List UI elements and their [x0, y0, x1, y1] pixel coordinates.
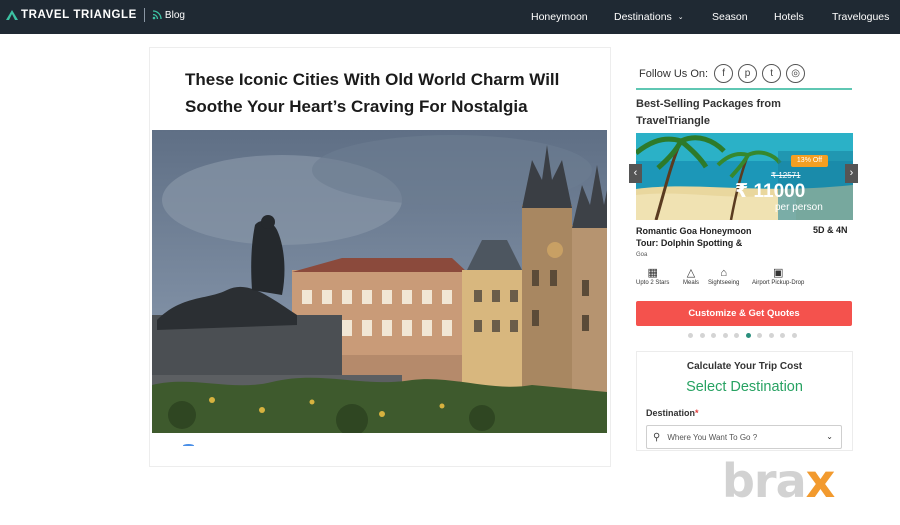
rss-icon [152, 10, 162, 20]
nav-destinations[interactable]: Destinations ⌄ [614, 0, 684, 34]
amenity-label: Meals [683, 280, 700, 286]
article-title: These Iconic Cities With Old World Charm… [185, 70, 560, 116]
price-unit: per person [775, 202, 823, 213]
carousel-dot[interactable] [711, 333, 716, 338]
building-icon: ▦ [647, 267, 658, 279]
logo-divider [143, 8, 145, 22]
package-duration: 5D & 4N [813, 225, 848, 235]
destination-label-text: Destination [646, 408, 696, 418]
logo[interactable]: TRAVEL TRIANGLE Blog [6, 8, 185, 22]
carousel-prev-icon[interactable]: ‹ [629, 164, 642, 183]
watermark-accent: x [805, 454, 836, 508]
chevron-down-icon: ⌄ [677, 14, 684, 21]
triangle-logo-icon [6, 10, 18, 20]
old-price: ₹ 12571 [771, 171, 801, 180]
chevron-down-icon: ⌄ [826, 432, 833, 441]
carousel-dot[interactable] [768, 333, 774, 338]
follow-us: Follow Us On: f p t ◎ [639, 64, 810, 83]
nav-hotels[interactable]: Hotels [774, 0, 804, 34]
carousel-dot[interactable] [791, 333, 797, 338]
follow-divider [636, 88, 852, 90]
binoculars-icon: ⌂ [720, 267, 727, 279]
instagram-icon[interactable]: ◎ [786, 64, 806, 83]
offer-badge: 13% Off [791, 155, 828, 167]
carousel-dot[interactable] [734, 333, 739, 338]
blog-label: Blog [164, 9, 185, 21]
amenity-sightseeing: ⌂ Sightseeing [708, 266, 739, 286]
bus-icon: ▣ [772, 267, 784, 279]
nav-season[interactable]: Season [712, 0, 748, 34]
carousel-dot[interactable] [780, 333, 785, 338]
amenity-meals: △ Meals [683, 266, 699, 286]
carousel-dot[interactable] [688, 333, 693, 338]
amenity-label: Sightseeing [708, 280, 740, 286]
carousel-dot-active[interactable] [745, 333, 751, 338]
carousel-dot[interactable] [722, 333, 728, 338]
nav-travelogues[interactable]: Travelogues [832, 0, 889, 34]
pinterest-icon[interactable]: p [738, 64, 758, 83]
brax-watermark-logo: brax [722, 458, 835, 504]
package-name[interactable]: Romantic Goa Honeymoon Tour: Dolphin Spo… [636, 225, 776, 249]
top-navbar: TRAVEL TRIANGLE Blog Honeymoon Destinati… [0, 0, 900, 34]
facebook-icon[interactable]: f [714, 64, 734, 83]
package-destination: Goa [636, 252, 648, 258]
location-pin-icon: ⚲ [653, 431, 661, 443]
watermark-text: bra [722, 454, 807, 508]
follow-label: Follow Us On: [639, 67, 709, 80]
destination-placeholder: Where You Want To Go ? [667, 432, 758, 442]
nav-honeymoon[interactable]: Honeymoon [531, 0, 588, 34]
customize-quotes-button[interactable]: Customize & Get Quotes [636, 301, 852, 326]
nav-destinations-label: Destinations [614, 11, 672, 23]
amenity-label: Upto 2 Stars [636, 280, 670, 286]
calculator-subtitle: Select Destination [686, 379, 803, 395]
brand-name: TRAVEL TRIANGLE [21, 9, 137, 21]
destination-label: Destination* [646, 408, 699, 418]
best-selling-heading: Best-Selling Packages from TravelTriangl… [636, 98, 781, 127]
amenity-hotel: ▦ Upto 2 Stars [636, 266, 669, 286]
package-price: ₹ 11000 [735, 181, 806, 202]
article-hero-image [152, 130, 607, 433]
meals-icon: △ [686, 267, 696, 279]
required-mark: * [695, 408, 699, 418]
twitter-icon[interactable]: t [762, 64, 782, 83]
carousel-dot[interactable] [699, 333, 705, 338]
calculator-title: Calculate Your Trip Cost [686, 361, 803, 372]
carousel-dot[interactable] [757, 333, 762, 338]
destination-select[interactable]: ⚲ Where You Want To Go ? ⌄ [646, 425, 842, 449]
carousel-dots [688, 333, 803, 338]
amenity-label: Airport Pickup-Drop [752, 280, 805, 286]
loading-indicator [183, 444, 194, 447]
amenity-transfer: ▣ Airport Pickup-Drop [752, 266, 804, 286]
carousel-next-icon[interactable]: › [845, 164, 858, 183]
